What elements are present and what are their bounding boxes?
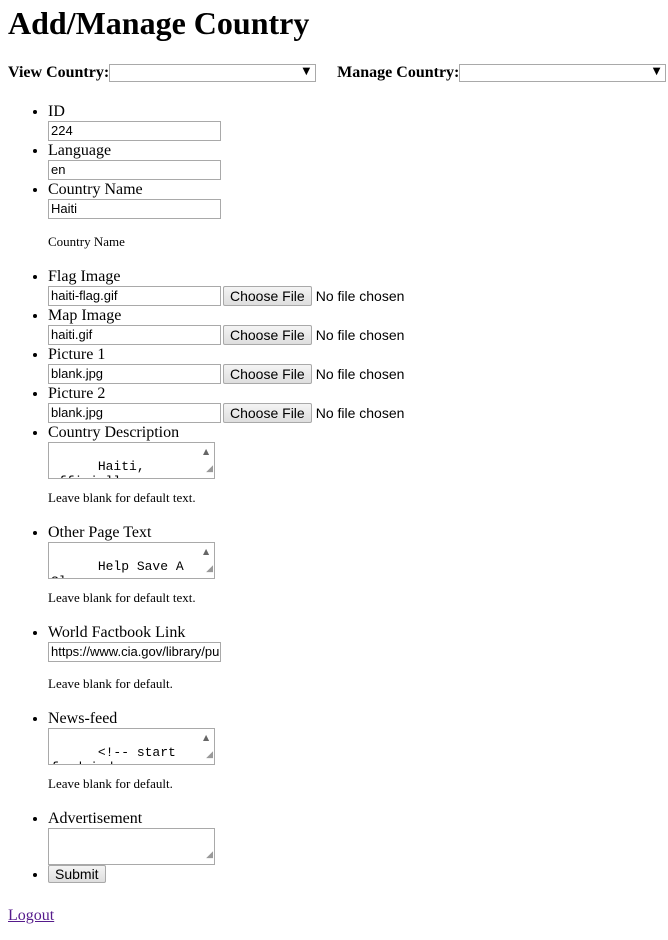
country-form: ID 224 Language en Country Name Haiti Co… (0, 102, 648, 884)
list-item: Language en (48, 141, 648, 180)
picture2-choose-file-button[interactable]: Choose File (223, 403, 312, 423)
flag-image-label: Flag Image (48, 268, 121, 285)
resize-grip-icon[interactable]: ◢ (206, 562, 213, 577)
resize-grip-icon[interactable]: ◢ (206, 748, 213, 763)
world-factbook-help: Leave blank for default. (48, 676, 173, 691)
list-item: World Factbook Link https://www.cia.gov/… (48, 623, 648, 691)
resize-grip-icon[interactable]: ◢ (206, 462, 213, 477)
map-image-file-status: No file chosen (315, 326, 405, 343)
list-item: Map Image haiti.gif Choose File No file … (48, 306, 648, 345)
submit-button[interactable]: Submit (48, 865, 106, 883)
map-image-choose-file-button[interactable]: Choose File (223, 325, 312, 345)
country-name-help: Country Name (48, 234, 125, 249)
world-factbook-field[interactable]: https://www.cia.gov/library/pu (48, 642, 221, 662)
id-field[interactable]: 224 (48, 121, 221, 141)
picture2-file-status: No file chosen (315, 404, 405, 421)
list-item: Flag Image haiti-flag.gif Choose File No… (48, 267, 648, 306)
id-label: ID (48, 103, 65, 120)
map-image-label: Map Image (48, 307, 122, 324)
manage-country-select[interactable]: ▼ (459, 64, 667, 82)
view-country-select[interactable]: ▼ (109, 64, 317, 82)
picture2-field[interactable]: blank.jpg (48, 403, 221, 423)
picture1-label: Picture 1 (48, 346, 106, 363)
country-description-label: Country Description (48, 424, 180, 441)
chevron-down-icon: ▼ (302, 66, 311, 77)
list-item: Country Description Haiti, officially th… (48, 423, 648, 505)
manage-country-label: Manage Country: (337, 64, 460, 81)
list-item: News-feed <!-- start feedwind code --><s… (48, 709, 648, 791)
news-feed-help: Leave blank for default. (48, 776, 173, 791)
resize-grip-icon[interactable]: ◢ (206, 848, 213, 863)
logout-link[interactable]: Logout (8, 907, 54, 925)
country-description-textarea[interactable]: Haiti, officially the Republic of ▲◢ (48, 442, 215, 479)
picture1-file-status: No file chosen (315, 365, 405, 382)
view-country-label: View Country: (8, 64, 110, 81)
news-feed-textarea[interactable]: <!-- start feedwind code --><script ▲◢ (48, 728, 215, 765)
list-item: Picture 1 blank.jpg Choose File No file … (48, 345, 648, 384)
list-item: Other Page Text Help Save A Slave inform… (48, 523, 648, 605)
list-item: Country Name Haiti Country Name (48, 180, 648, 249)
language-field[interactable]: en (48, 160, 221, 180)
list-item: Advertisement ◢ (48, 809, 648, 865)
list-item: Submit (48, 865, 648, 884)
other-page-text-textarea[interactable]: Help Save A Slave inform and educate ▲◢ (48, 542, 215, 579)
language-label: Language (48, 142, 112, 159)
list-item: Picture 2 blank.jpg Choose File No file … (48, 384, 648, 423)
other-page-text-label: Other Page Text (48, 524, 152, 541)
list-item: ID 224 (48, 102, 648, 141)
country-name-label: Country Name (48, 181, 143, 198)
picture1-field[interactable]: blank.jpg (48, 364, 221, 384)
map-image-field[interactable]: haiti.gif (48, 325, 221, 345)
scroll-up-icon[interactable]: ▲ (203, 544, 209, 559)
scroll-up-icon[interactable]: ▲ (203, 444, 209, 459)
country-selector-row: View Country: ▼ Manage Country: ▼ (8, 62, 667, 84)
other-page-text-help: Leave blank for default text. (48, 590, 196, 605)
page-title: Add/Manage Country (8, 5, 310, 41)
flag-image-file-status: No file chosen (315, 287, 405, 304)
news-feed-label: News-feed (48, 710, 118, 727)
world-factbook-label: World Factbook Link (48, 624, 186, 641)
advertisement-label: Advertisement (48, 810, 143, 827)
picture1-choose-file-button[interactable]: Choose File (223, 364, 312, 384)
picture2-label: Picture 2 (48, 385, 106, 402)
country-name-field[interactable]: Haiti (48, 199, 221, 219)
flag-image-field[interactable]: haiti-flag.gif (48, 286, 221, 306)
scroll-up-icon[interactable]: ▲ (203, 730, 209, 745)
advertisement-textarea[interactable]: ◢ (48, 828, 215, 865)
country-description-help: Leave blank for default text. (48, 490, 196, 505)
chevron-down-icon: ▼ (652, 66, 661, 77)
flag-image-choose-file-button[interactable]: Choose File (223, 286, 312, 306)
